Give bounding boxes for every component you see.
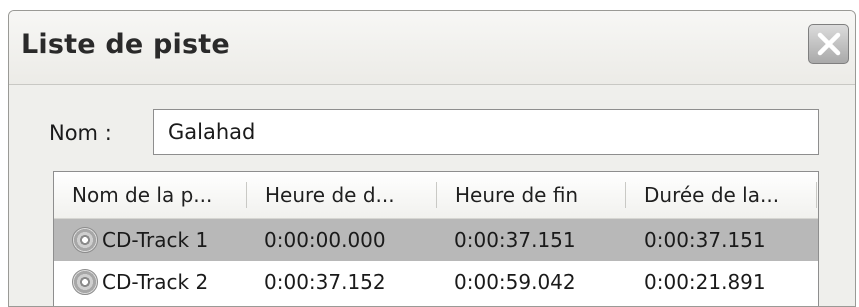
track-start: 0:00:37.152 bbox=[264, 270, 386, 294]
close-button[interactable] bbox=[808, 24, 849, 64]
table-row[interactable]: CD-Track 1 0:00:00.000 0:00:37.151 0:00:… bbox=[54, 219, 818, 261]
cd-icon bbox=[72, 227, 98, 253]
dialog-title: Liste de piste bbox=[21, 29, 230, 60]
table-row[interactable]: CD-Track 2 0:00:37.152 0:00:59.042 0:00:… bbox=[54, 261, 818, 303]
track-end: 0:00:59.042 bbox=[454, 270, 576, 294]
column-header-name[interactable]: Nom de la p... bbox=[54, 172, 246, 218]
track-list[interactable]: Nom de la p... Heure de d... Heure de fi… bbox=[53, 171, 819, 306]
column-header-duration[interactable]: Durée de la... bbox=[626, 172, 816, 218]
cd-icon bbox=[72, 269, 98, 295]
column-header-start[interactable]: Heure de d... bbox=[247, 172, 436, 218]
title-bar[interactable]: Liste de piste bbox=[9, 11, 855, 85]
track-name: CD-Track 1 bbox=[102, 228, 209, 252]
name-label: Nom : bbox=[49, 121, 112, 145]
track-end: 0:00:37.151 bbox=[454, 228, 576, 252]
track-list-dialog: Liste de piste Nom : Nom de la p... Heur… bbox=[8, 10, 856, 307]
name-input[interactable] bbox=[153, 109, 819, 155]
track-duration: 0:00:37.151 bbox=[644, 228, 766, 252]
track-duration: 0:00:21.891 bbox=[644, 270, 766, 294]
name-row: Nom : bbox=[9, 107, 855, 161]
track-start: 0:00:00.000 bbox=[264, 228, 386, 252]
track-list-header: Nom de la p... Heure de d... Heure de fi… bbox=[54, 172, 818, 219]
column-divider[interactable] bbox=[816, 182, 817, 208]
track-name: CD-Track 2 bbox=[102, 270, 209, 294]
column-header-end[interactable]: Heure de fin bbox=[437, 172, 625, 218]
close-icon bbox=[817, 32, 840, 56]
